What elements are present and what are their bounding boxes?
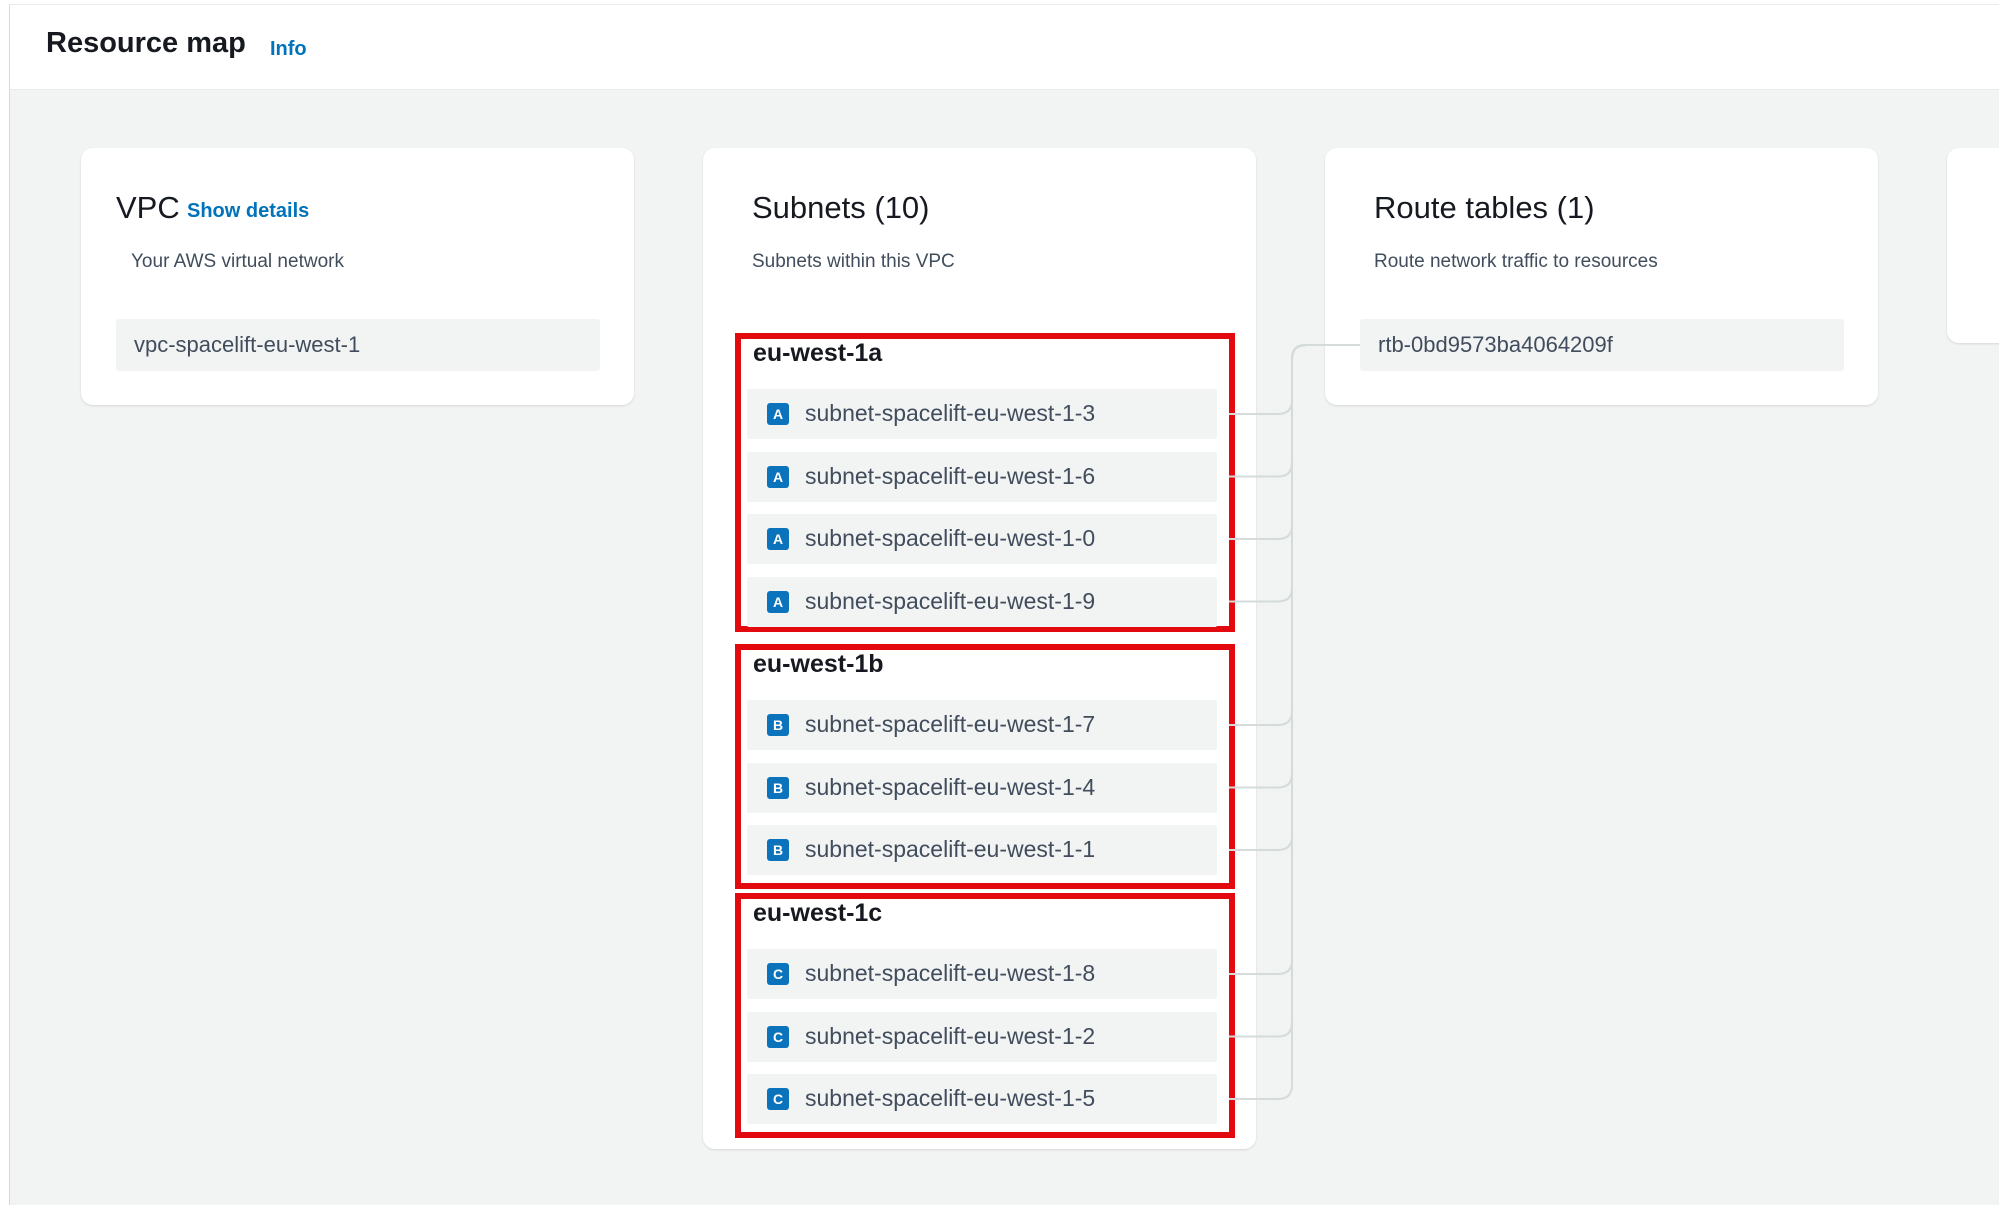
availability-zone-title: eu-west-1a	[753, 339, 883, 367]
show-details-link[interactable]: Show details	[187, 200, 309, 223]
subnet-label: subnet-spacelift-eu-west-1-0	[805, 525, 1096, 551]
availability-zone-badge-icon: B	[767, 776, 789, 799]
subnets-card-description: Subnets within this VPC	[752, 251, 955, 272]
subnet-item[interactable]: Asubnet-spacelift-eu-west-1-9	[747, 576, 1217, 627]
subnet-label: subnet-spacelift-eu-west-1-5	[805, 1085, 1096, 1111]
route-table-item[interactable]: rtb-0bd9573ba4064209f	[1360, 319, 1844, 371]
availability-zone-badge-icon: C	[767, 963, 789, 985]
resource-map-panel: Resource map Info VPC Show details Your …	[9, 4, 1999, 1205]
subnet-label: subnet-spacelift-eu-west-1-4	[805, 773, 1096, 800]
availability-zone-badge-icon: A	[767, 403, 789, 425]
route-tables-card-title: Route tables (1)	[1374, 190, 1595, 225]
route-tables-card-description: Route network traffic to resources	[1374, 251, 1658, 272]
subnet-item[interactable]: Csubnet-spacelift-eu-west-1-8	[747, 949, 1217, 999]
availability-zone-badge-icon: C	[767, 1088, 789, 1110]
subnet-label: subnet-spacelift-eu-west-1-2	[805, 1022, 1096, 1049]
vpc-card-description: Your AWS virtual network	[131, 251, 344, 272]
page-title: Resource map	[46, 27, 246, 59]
subnet-item[interactable]: Bsubnet-spacelift-eu-west-1-7	[747, 700, 1217, 750]
availability-zone-badge-icon: B	[767, 839, 789, 861]
availability-zone-badge-icon: A	[767, 465, 789, 488]
subnet-label: subnet-spacelift-eu-west-1-6	[805, 462, 1096, 489]
availability-zone-eu-west-1c: eu-west-1c Csubnet-spacelift-eu-west-1-8 C…	[735, 893, 1235, 1138]
next-resource-card	[1947, 148, 1999, 343]
vpc-card-title: VPC	[116, 190, 180, 225]
subnet-label: subnet-spacelift-eu-west-1-8	[805, 960, 1096, 986]
subnet-item[interactable]: Bsubnet-spacelift-eu-west-1-1	[747, 825, 1217, 875]
availability-zone-title: eu-west-1c	[753, 899, 883, 927]
vpc-card: VPC Show details Your AWS virtual networ…	[81, 148, 634, 405]
vpc-item[interactable]: vpc-spacelift-eu-west-1	[116, 319, 600, 371]
subnet-item[interactable]: Asubnet-spacelift-eu-west-1-3	[747, 389, 1217, 439]
subnet-label: subnet-spacelift-eu-west-1-7	[805, 711, 1096, 737]
subnets-card-title: Subnets (10)	[752, 190, 930, 225]
subnet-label: subnet-spacelift-eu-west-1-9	[805, 587, 1096, 614]
subnet-item[interactable]: Csubnet-spacelift-eu-west-1-2	[747, 1011, 1217, 1062]
subnet-item[interactable]: Bsubnet-spacelift-eu-west-1-4	[747, 762, 1217, 813]
availability-zone-badge-icon: A	[767, 528, 789, 550]
availability-zone-badge-icon: C	[767, 1025, 789, 1048]
availability-zone-eu-west-1b: eu-west-1b Bsubnet-spacelift-eu-west-1-7 B…	[735, 644, 1235, 889]
subnet-item[interactable]: Asubnet-spacelift-eu-west-1-0	[747, 514, 1217, 564]
availability-zone-eu-west-1a: eu-west-1a Asubnet-spacelift-eu-west-1-3 A…	[735, 333, 1235, 632]
availability-zone-badge-icon: B	[767, 714, 789, 736]
subnets-card: Subnets (10) Subnets within this VPC eu-…	[703, 148, 1256, 1149]
availability-zone-badge-icon: A	[767, 590, 789, 613]
resource-map-header: Resource map Info	[10, 5, 1999, 90]
subnet-label: subnet-spacelift-eu-west-1-3	[805, 400, 1096, 426]
route-tables-card: Route tables (1) Route network traffic t…	[1325, 148, 1878, 405]
subnet-label: subnet-spacelift-eu-west-1-1	[805, 836, 1096, 862]
availability-zone-title: eu-west-1b	[753, 650, 884, 678]
subnet-item[interactable]: Asubnet-spacelift-eu-west-1-6	[747, 451, 1217, 502]
subnet-item[interactable]: Csubnet-spacelift-eu-west-1-5	[747, 1074, 1217, 1124]
info-link[interactable]: Info	[270, 38, 307, 61]
